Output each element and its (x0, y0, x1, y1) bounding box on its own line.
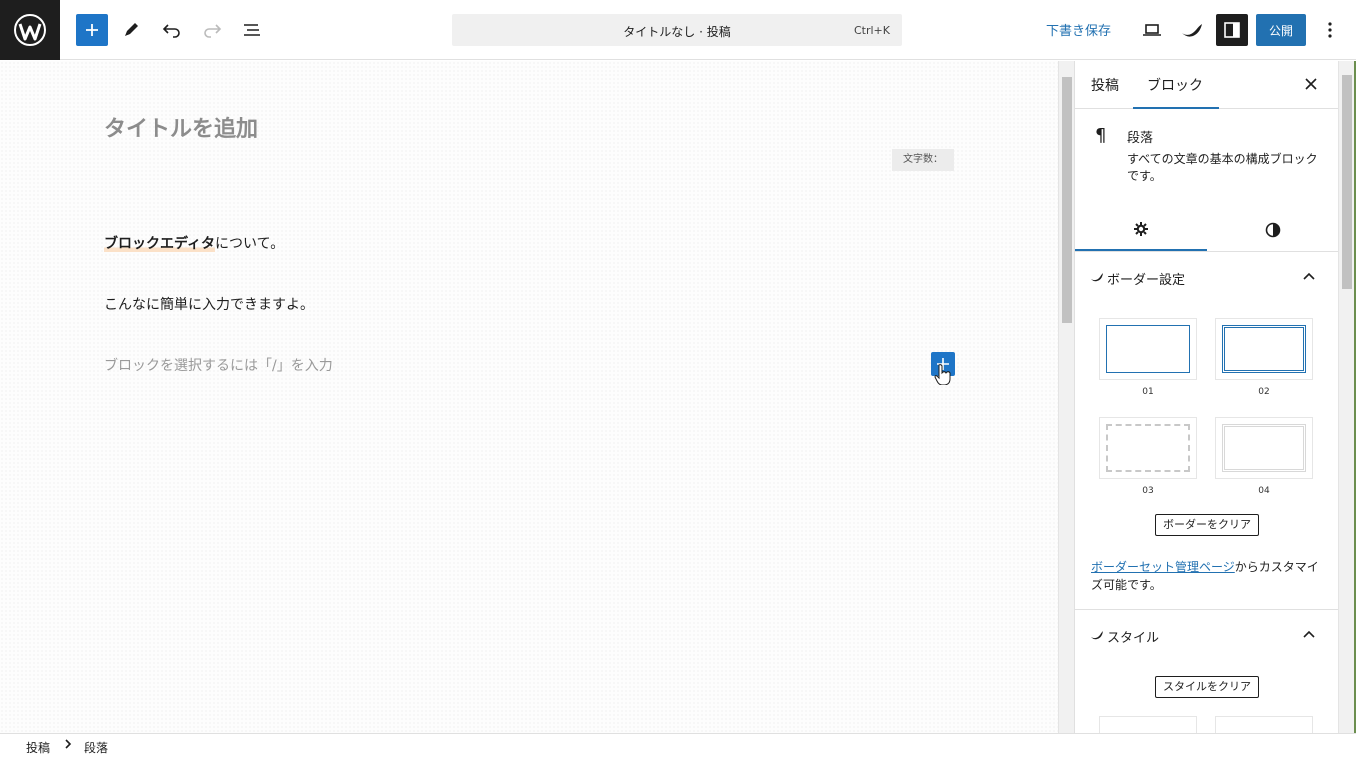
block-name: 段落 (1127, 131, 1154, 146)
laptop-icon (1143, 24, 1161, 36)
border-option-label: 01 (1142, 387, 1154, 397)
paragraph-icon: ¶ (1095, 125, 1107, 146)
close-sidebar-button[interactable] (1305, 75, 1317, 94)
more-vertical-icon (1328, 22, 1332, 38)
char-count-badge: 文字数： (892, 149, 954, 171)
gear-icon (1134, 222, 1148, 236)
publish-button[interactable]: 公開 (1256, 14, 1306, 46)
sidebar-icon (1224, 22, 1240, 38)
plus-icon (86, 24, 98, 36)
border-set-admin-link[interactable]: ボーダーセット管理ページ (1091, 560, 1235, 574)
chevron-up-icon (1303, 269, 1315, 284)
border-option-label: 02 (1258, 387, 1270, 397)
block-description: すべての文章の基本の構成ブロックです。 (1127, 152, 1318, 183)
plugin-leaf-icon (1182, 24, 1202, 37)
canvas-scrollbar[interactable] (1058, 61, 1074, 733)
save-draft-button[interactable]: 下書き保存 (1046, 20, 1111, 39)
command-palette-bar[interactable]: タイトルなし · 投稿 Ctrl+K (452, 14, 902, 46)
document-title: タイトルなし · 投稿 (623, 25, 731, 39)
chevron-right-icon (64, 738, 72, 753)
breadcrumb: 投稿 段落 (0, 733, 1356, 760)
redo-icon (204, 24, 222, 38)
post-title-input[interactable]: タイトルを追加 (104, 111, 258, 143)
canvas-scroll-thumb[interactable] (1062, 77, 1072, 323)
tab-styles[interactable] (1207, 209, 1338, 251)
border-option-label: 04 (1258, 486, 1270, 496)
sidebar-scrollbar[interactable] (1338, 61, 1354, 733)
redo-button[interactable] (196, 14, 228, 46)
editor-canvas: タイトルを追加 文字数： ブロックエディタについて。 こんなに簡単に入力できます… (0, 61, 1058, 733)
plugin-leaf-icon (1091, 273, 1103, 282)
pencil-icon (125, 23, 138, 36)
paragraph-block-1[interactable]: ブロックエディタについて。 (104, 233, 284, 253)
border-option-02[interactable] (1215, 318, 1313, 380)
tab-block[interactable]: ブロック (1133, 75, 1219, 109)
block-settings-tabs (1075, 209, 1338, 252)
wordpress-logo-icon[interactable] (0, 0, 60, 60)
sidebar-tabs: 投稿 ブロック (1075, 61, 1338, 109)
clear-style-button[interactable]: スタイルをクリア (1155, 676, 1259, 698)
border-note: ボーダーセット管理ページからカスタマイズ可能です。 (1091, 558, 1329, 594)
hand-cursor-icon (934, 364, 951, 385)
panel-divider (1075, 609, 1338, 610)
close-icon (1305, 78, 1317, 90)
document-overview-button[interactable] (236, 14, 268, 46)
border-option-04[interactable] (1215, 417, 1313, 479)
shortcut-hint: Ctrl+K (853, 24, 890, 37)
tab-settings[interactable] (1075, 209, 1207, 251)
paragraph-text: について。 (215, 236, 285, 252)
paragraph-block-2[interactable]: こんなに簡単に入力できますよ。 (104, 294, 314, 314)
contrast-icon (1265, 222, 1281, 238)
border-panel-title: ボーダー設定 (1107, 273, 1186, 288)
empty-block-placeholder[interactable]: ブロックを選択するには「/」を入力 (104, 355, 333, 375)
plugin-button[interactable] (1176, 14, 1208, 46)
plugin-leaf-icon (1091, 631, 1103, 640)
border-option-01[interactable] (1099, 318, 1197, 380)
border-option-03[interactable] (1099, 417, 1197, 479)
undo-button[interactable] (156, 14, 188, 46)
border-option-label: 03 (1142, 486, 1154, 496)
settings-toggle-button[interactable] (1216, 14, 1248, 46)
border-settings-panel-toggle[interactable]: ボーダー設定 (1075, 261, 1338, 293)
preview-button[interactable] (1136, 14, 1168, 46)
undo-icon (162, 24, 180, 38)
sidebar-scroll-thumb[interactable] (1342, 75, 1352, 289)
settings-sidebar: 投稿 ブロック ¶ 段落 すべての文章の基本の構成ブロックです。 ボーダー設定 (1074, 61, 1338, 733)
list-view-icon (244, 24, 260, 36)
style-panel-toggle[interactable]: スタイル (1075, 619, 1338, 651)
block-inserter-button[interactable] (76, 14, 108, 46)
breadcrumb-item-paragraph[interactable]: 段落 (84, 739, 108, 756)
chevron-up-icon (1303, 627, 1315, 642)
style-option-02[interactable] (1215, 716, 1313, 733)
options-button[interactable] (1314, 14, 1346, 46)
editor-header: タイトルなし · 投稿 Ctrl+K 下書き保存 公開 (0, 0, 1356, 60)
highlighted-text: ブロックエディタ (104, 236, 216, 252)
style-option-01[interactable] (1099, 716, 1197, 733)
clear-border-button[interactable]: ボーダーをクリア (1155, 514, 1259, 536)
style-panel-title: スタイル (1107, 631, 1160, 646)
tab-post[interactable]: 投稿 (1091, 75, 1119, 95)
tools-button[interactable] (115, 14, 147, 46)
breadcrumb-item-post[interactable]: 投稿 (26, 739, 50, 756)
